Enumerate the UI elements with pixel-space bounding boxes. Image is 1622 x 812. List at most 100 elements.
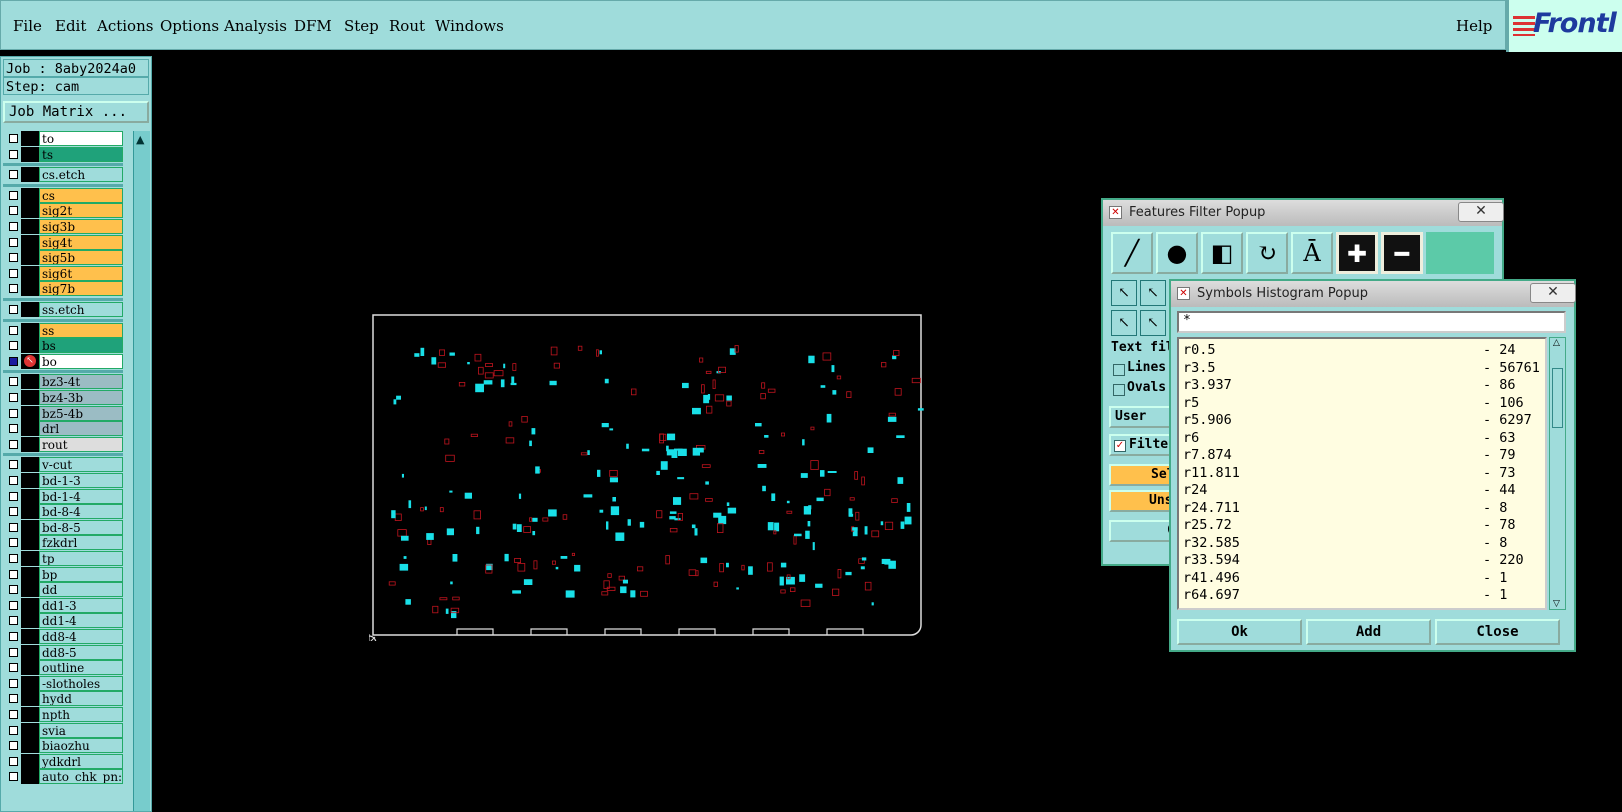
select-arrow-icon-2[interactable]: ↖ — [1111, 310, 1137, 336]
layer-row[interactable]: bz3-4t — [3, 374, 123, 390]
histogram-row[interactable]: r41.496 - 1 — [1183, 569, 1543, 587]
layer-name[interactable]: sig6t — [39, 265, 123, 281]
layer-name[interactable]: dd1-4 — [39, 613, 123, 629]
layer-row[interactable]: dd — [3, 582, 123, 598]
layer-name[interactable]: bo — [39, 353, 123, 369]
layer-row[interactable]: tp — [3, 551, 123, 566]
layer-checkbox[interactable] — [9, 377, 18, 387]
histogram-row[interactable]: r6 - 63 — [1183, 429, 1543, 447]
layer-swatch[interactable] — [21, 519, 39, 535]
layer-name[interactable]: ydkdrl — [39, 753, 123, 769]
layer-row[interactable]: ↖ bo — [3, 353, 123, 369]
layer-name[interactable]: ss — [39, 322, 123, 338]
layer-checkbox[interactable] — [9, 507, 18, 517]
layer-row[interactable]: bz5-4b — [3, 405, 123, 421]
pad-filter-icon[interactable]: ● — [1156, 232, 1198, 274]
layer-name[interactable]: hydd — [39, 691, 123, 707]
menu-analysis[interactable]: Analysis — [224, 17, 287, 35]
layer-row[interactable]: sig2t — [3, 203, 123, 219]
histogram-row[interactable]: r32.585 - 8 — [1183, 534, 1543, 552]
layer-checkbox[interactable] — [9, 305, 18, 314]
layer-checkbox[interactable] — [9, 491, 18, 501]
layer-row[interactable]: dd1-4 — [3, 613, 123, 629]
histogram-row[interactable]: r7.874 - 79 — [1183, 446, 1543, 464]
layer-swatch[interactable]: ↖ — [21, 353, 39, 369]
histogram-row[interactable]: r5 - 106 — [1183, 394, 1543, 412]
select-button[interactable]: Sel — [1109, 464, 1173, 486]
menu-windows[interactable]: Windows — [435, 17, 504, 35]
layer-swatch[interactable] — [21, 769, 39, 785]
layer-row[interactable]: sig4t — [3, 234, 123, 250]
layer-checkbox[interactable] — [9, 341, 18, 351]
scroll-up-icon[interactable]: ▲ — [136, 133, 144, 146]
layer-name[interactable]: bd-8-4 — [39, 504, 123, 520]
layer-row[interactable]: bd-8-4 — [3, 504, 123, 520]
layer-swatch[interactable] — [21, 234, 39, 250]
menu-options[interactable]: Options — [160, 17, 219, 35]
layer-checkbox[interactable] — [9, 134, 18, 143]
layer-swatch[interactable] — [21, 613, 39, 629]
layer-checkbox[interactable] — [9, 616, 18, 626]
layer-swatch[interactable] — [21, 582, 39, 598]
layer-checkbox[interactable] — [9, 460, 18, 470]
lines-checkbox[interactable] — [1113, 364, 1125, 376]
layer-swatch[interactable] — [21, 597, 39, 613]
histogram-row[interactable]: r33.594 - 220 — [1183, 551, 1543, 569]
layer-checkbox[interactable] — [9, 678, 18, 688]
layer-checkbox[interactable] — [9, 222, 18, 231]
layer-row[interactable]: sig5b — [3, 250, 123, 266]
layer-row[interactable]: dd8-4 — [3, 629, 123, 644]
histogram-row[interactable]: r3.937 - 86 — [1183, 376, 1543, 394]
layer-swatch[interactable] — [21, 722, 39, 738]
layer-row[interactable]: dd1-3 — [3, 597, 123, 613]
layer-name[interactable]: rout — [39, 436, 123, 452]
scroll-down-icon[interactable]: ▽ — [1553, 599, 1560, 609]
layer-name[interactable]: npth — [39, 707, 123, 722]
layer-row[interactable]: bd-8-5 — [3, 519, 123, 535]
layer-row[interactable]: cs — [3, 187, 123, 203]
layer-swatch[interactable] — [21, 753, 39, 769]
histogram-row[interactable]: r25.72 - 78 — [1183, 516, 1543, 534]
layer-name[interactable]: bd-1-3 — [39, 473, 123, 488]
user-filter-button[interactable]: User fil — [1109, 406, 1173, 428]
job-matrix-button[interactable]: Job Matrix ... — [3, 101, 149, 123]
layer-name[interactable]: -slotholes — [39, 675, 123, 691]
layer-checkbox[interactable] — [9, 424, 18, 434]
layer-row[interactable]: -slotholes — [3, 675, 123, 691]
layer-name[interactable]: bz5-4b — [39, 405, 123, 421]
layer-swatch[interactable] — [21, 660, 39, 676]
layer-name[interactable]: auto_chk_pn: — [39, 769, 123, 785]
menu-actions[interactable]: Actions — [97, 17, 153, 35]
layer-name[interactable]: dd8-5 — [39, 644, 123, 660]
ok-button[interactable]: Ok — [1177, 619, 1302, 645]
layer-checkbox[interactable] — [9, 632, 18, 641]
layer-checkbox[interactable] — [9, 569, 18, 579]
layer-name[interactable]: bs — [39, 338, 123, 354]
layer-swatch[interactable] — [21, 374, 39, 390]
layer-row[interactable]: ss.etch — [3, 302, 123, 317]
layer-checkbox[interactable] — [9, 741, 18, 751]
layer-checkbox[interactable] — [9, 585, 18, 595]
menu-dfm[interactable]: DFM — [294, 17, 332, 35]
layer-row[interactable]: bs — [3, 338, 123, 354]
line-filter-icon[interactable]: ╱ — [1111, 232, 1153, 274]
layer-row[interactable]: hydd — [3, 691, 123, 707]
surface-filter-icon[interactable]: ◧ — [1201, 232, 1243, 274]
layer-checkbox[interactable] — [9, 725, 18, 735]
layer-checkbox[interactable] — [9, 439, 18, 449]
layer-name[interactable]: dd8-4 — [39, 629, 123, 644]
layer-swatch[interactable] — [21, 488, 39, 504]
layer-swatch[interactable] — [21, 265, 39, 281]
positive-polarity-icon[interactable]: ✚ — [1336, 232, 1378, 274]
layer-swatch[interactable] — [21, 535, 39, 551]
layer-checkbox[interactable] — [9, 522, 18, 532]
close-button[interactable]: Close — [1435, 619, 1560, 645]
symbol-list-scrollbar[interactable]: △ ▽ — [1549, 337, 1566, 610]
layer-name[interactable]: bz4-3b — [39, 390, 123, 405]
layer-name[interactable]: outline — [39, 660, 123, 676]
select-arrow-alt-icon-2[interactable]: ↖ — [1140, 310, 1166, 336]
layer-checkbox[interactable] — [9, 149, 18, 159]
histogram-row[interactable]: r11.811 - 73 — [1183, 464, 1543, 482]
pcb-graphic-view[interactable] — [369, 313, 925, 641]
layer-swatch[interactable] — [21, 203, 39, 219]
